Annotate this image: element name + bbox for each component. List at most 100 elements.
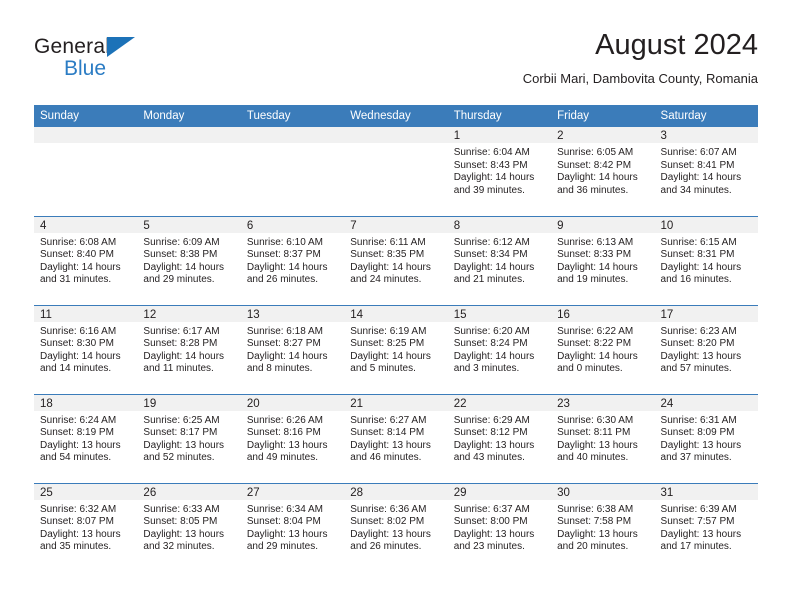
day-number: 2 — [551, 127, 655, 143]
day-sun-info: Sunrise: 6:29 AM Sunset: 8:12 PM Daylight:… — [448, 411, 551, 465]
sunrise-time: Sunrise: 6:37 AM — [453, 503, 530, 515]
sunrise-time: Sunrise: 6:30 AM — [557, 414, 634, 426]
calendar-week-row: 18 Sunrise: 6:24 AM Sunset: 8:19 PM Dayligh… — [34, 393, 758, 483]
calendar-day-cell[interactable]: 20 Sunrise: 6:26 AM Sunset: 8:16 PM Dayligh… — [240, 393, 345, 483]
calendar-day-cell[interactable]: 16 Sunrise: 6:22 AM Sunset: 8:22 PM Dayligh… — [551, 304, 655, 394]
day-sun-info: Sunrise: 6:33 AM Sunset: 8:05 PM Daylight:… — [137, 500, 240, 554]
daylight-duration-line1: Daylight: 13 hours — [660, 439, 742, 451]
calendar-day-cell[interactable]: 12 Sunrise: 6:17 AM Sunset: 8:28 PM Dayligh… — [137, 304, 241, 394]
daylight-duration-line2: and 0 minutes. — [557, 363, 623, 375]
calendar-day-cell[interactable]: 14 Sunrise: 6:19 AM Sunset: 8:25 PM Dayligh… — [344, 304, 448, 394]
calendar-day-cell[interactable]: 6 Sunrise: 6:10 AM Sunset: 8:37 PM Daylight… — [240, 215, 345, 305]
daylight-duration-line2: and 34 minutes. — [660, 184, 732, 196]
calendar-day-cell[interactable]: 9 Sunrise: 6:13 AM Sunset: 8:33 PM Daylight… — [551, 215, 655, 305]
calendar-day-cell[interactable]: 2 Sunrise: 6:05 AM Sunset: 8:42 PM Daylight… — [551, 127, 655, 216]
daylight-duration-line1: Daylight: 14 hours — [40, 261, 121, 273]
daylight-duration-line1: Daylight: 13 hours — [350, 439, 431, 451]
sunrise-time: Sunrise: 6:11 AM — [350, 236, 426, 248]
daylight-duration-line2: and 54 minutes. — [40, 452, 112, 464]
calendar-day-cell[interactable]: 7 Sunrise: 6:11 AM Sunset: 8:35 PM Daylight… — [344, 215, 448, 305]
calendar-day-cell[interactable]: 21 Sunrise: 6:27 AM Sunset: 8:14 PM Dayligh… — [344, 393, 448, 483]
daylight-duration-line2: and 20 minutes. — [557, 541, 629, 553]
calendar-day-cell[interactable]: 15 Sunrise: 6:20 AM Sunset: 8:24 PM Dayligh… — [447, 304, 552, 394]
sunrise-time: Sunrise: 6:23 AM — [660, 325, 737, 337]
calendar-day-cell[interactable]: 13 Sunrise: 6:18 AM Sunset: 8:27 PM Dayligh… — [240, 304, 345, 394]
calendar-day-cell[interactable]: 22 Sunrise: 6:29 AM Sunset: 8:12 PM Dayligh… — [447, 393, 552, 483]
sunset-time: Sunset: 8:17 PM — [143, 427, 218, 439]
calendar-day-cell[interactable]: 26 Sunrise: 6:33 AM Sunset: 8:05 PM Dayligh… — [137, 482, 241, 572]
sunset-time: Sunset: 8:16 PM — [246, 427, 321, 439]
logo-triangle-icon — [107, 37, 135, 57]
day-number: 8 — [447, 216, 552, 233]
sunset-time: Sunset: 8:28 PM — [143, 338, 218, 350]
sunrise-time: Sunrise: 6:24 AM — [40, 414, 117, 426]
sunrise-time: Sunrise: 6:17 AM — [143, 325, 220, 337]
calendar-day-cell[interactable]: 24 Sunrise: 6:31 AM Sunset: 8:09 PM Dayligh… — [654, 393, 758, 483]
sunrise-time: Sunrise: 6:39 AM — [660, 503, 737, 515]
sunrise-time: Sunrise: 6:09 AM — [143, 236, 220, 248]
day-number: 12 — [137, 305, 241, 322]
daylight-duration-line2: and 8 minutes. — [246, 363, 313, 375]
sunset-time: Sunset: 8:35 PM — [350, 249, 425, 261]
calendar-day-cell[interactable]: 23 Sunrise: 6:30 AM Sunset: 8:11 PM Dayligh… — [551, 393, 655, 483]
sunset-time: Sunset: 7:57 PM — [660, 516, 735, 528]
calendar-week-row: 11 Sunrise: 6:16 AM Sunset: 8:30 PM Dayligh… — [34, 304, 758, 394]
sunrise-time: Sunrise: 6:27 AM — [350, 414, 427, 426]
sunrise-time: Sunrise: 6:08 AM — [40, 236, 117, 248]
day-number: 16 — [551, 305, 655, 322]
calendar-week-row: 4 Sunrise: 6:08 AM Sunset: 8:40 PM Daylight… — [34, 215, 758, 305]
calendar-day-cell[interactable]: 11 Sunrise: 6:16 AM Sunset: 8:30 PM Dayligh… — [34, 304, 138, 394]
weekday-header-tuesday: Tuesday — [240, 105, 345, 127]
calendar-day-cell[interactable]: 30 Sunrise: 6:38 AM Sunset: 7:58 PM Dayligh… — [551, 482, 655, 572]
day-number — [137, 127, 241, 143]
day-sun-info: Sunrise: 6:23 AM Sunset: 8:20 PM Daylight:… — [655, 322, 758, 376]
calendar-week-row: 25 Sunrise: 6:32 AM Sunset: 8:07 PM Dayligh… — [34, 482, 758, 572]
daylight-duration-line1: Daylight: 14 hours — [40, 350, 121, 362]
daylight-duration-line1: Daylight: 14 hours — [660, 172, 742, 184]
sunset-time: Sunset: 8:34 PM — [453, 249, 528, 261]
day-number: 23 — [551, 394, 655, 411]
daylight-duration-line1: Daylight: 14 hours — [453, 350, 535, 362]
sunset-time: Sunset: 8:24 PM — [453, 338, 528, 350]
day-number: 20 — [240, 394, 345, 411]
calendar-day-cell[interactable]: 5 Sunrise: 6:09 AM Sunset: 8:38 PM Daylight… — [137, 215, 241, 305]
general-blue-logo[interactable]: General Blue — [34, 36, 154, 86]
day-number: 7 — [344, 216, 448, 233]
calendar-day-cell[interactable]: 27 Sunrise: 6:34 AM Sunset: 8:04 PM Dayligh… — [240, 482, 345, 572]
day-sun-info: Sunrise: 6:05 AM Sunset: 8:42 PM Daylight:… — [551, 143, 654, 197]
day-number — [240, 127, 345, 143]
sunrise-time: Sunrise: 6:20 AM — [453, 325, 530, 337]
sunrise-time: Sunrise: 6:15 AM — [660, 236, 737, 248]
sunset-time: Sunset: 8:19 PM — [40, 427, 114, 439]
daylight-duration-line1: Daylight: 13 hours — [246, 439, 328, 451]
calendar-day-cell[interactable]: 1 Sunrise: 6:04 AM Sunset: 8:43 PM Daylight… — [447, 127, 552, 216]
calendar-day-cell[interactable]: 17 Sunrise: 6:23 AM Sunset: 8:20 PM Dayligh… — [654, 304, 758, 394]
day-sun-info: Sunrise: 6:38 AM Sunset: 7:58 PM Daylight:… — [551, 500, 654, 554]
calendar-day-cell[interactable]: 4 Sunrise: 6:08 AM Sunset: 8:40 PM Daylight… — [34, 215, 138, 305]
day-number: 31 — [654, 483, 758, 500]
day-number: 5 — [137, 216, 241, 233]
calendar-day-cell[interactable]: 10 Sunrise: 6:15 AM Sunset: 8:31 PM Dayligh… — [654, 215, 758, 305]
logo-text-general: General — [34, 35, 111, 58]
sunset-time: Sunset: 8:43 PM — [453, 159, 528, 171]
day-number: 18 — [34, 394, 138, 411]
day-number — [344, 127, 448, 143]
calendar-day-cell[interactable]: 25 Sunrise: 6:32 AM Sunset: 8:07 PM Dayligh… — [34, 482, 138, 572]
calendar-day-cell[interactable]: 8 Sunrise: 6:12 AM Sunset: 8:34 PM Daylight… — [447, 215, 552, 305]
calendar-day-cell[interactable]: 28 Sunrise: 6:36 AM Sunset: 8:02 PM Dayligh… — [344, 482, 448, 572]
daylight-duration-line1: Daylight: 14 hours — [453, 261, 535, 273]
calendar-day-cell[interactable]: 29 Sunrise: 6:37 AM Sunset: 8:00 PM Dayligh… — [447, 482, 552, 572]
calendar-day-cell[interactable]: 19 Sunrise: 6:25 AM Sunset: 8:17 PM Dayligh… — [137, 393, 241, 483]
sunset-time: Sunset: 8:05 PM — [143, 516, 218, 528]
sunset-time: Sunset: 8:14 PM — [350, 427, 425, 439]
daylight-duration-line1: Daylight: 13 hours — [40, 439, 121, 451]
sunset-time: Sunset: 8:07 PM — [40, 516, 114, 528]
calendar-day-cell[interactable]: 31 Sunrise: 6:39 AM Sunset: 7:57 PM Dayligh… — [654, 482, 758, 572]
calendar-day-cell[interactable]: 3 Sunrise: 6:07 AM Sunset: 8:41 PM Daylight… — [654, 127, 758, 216]
sunset-time: Sunset: 8:33 PM — [557, 249, 632, 261]
daylight-duration-line1: Daylight: 13 hours — [350, 528, 431, 540]
daylight-duration-line1: Daylight: 14 hours — [350, 261, 431, 273]
calendar-day-cell[interactable]: 18 Sunrise: 6:24 AM Sunset: 8:19 PM Dayligh… — [34, 393, 138, 483]
calendar-day-cell-empty — [34, 127, 138, 216]
sunrise-time: Sunrise: 6:10 AM — [246, 236, 323, 248]
